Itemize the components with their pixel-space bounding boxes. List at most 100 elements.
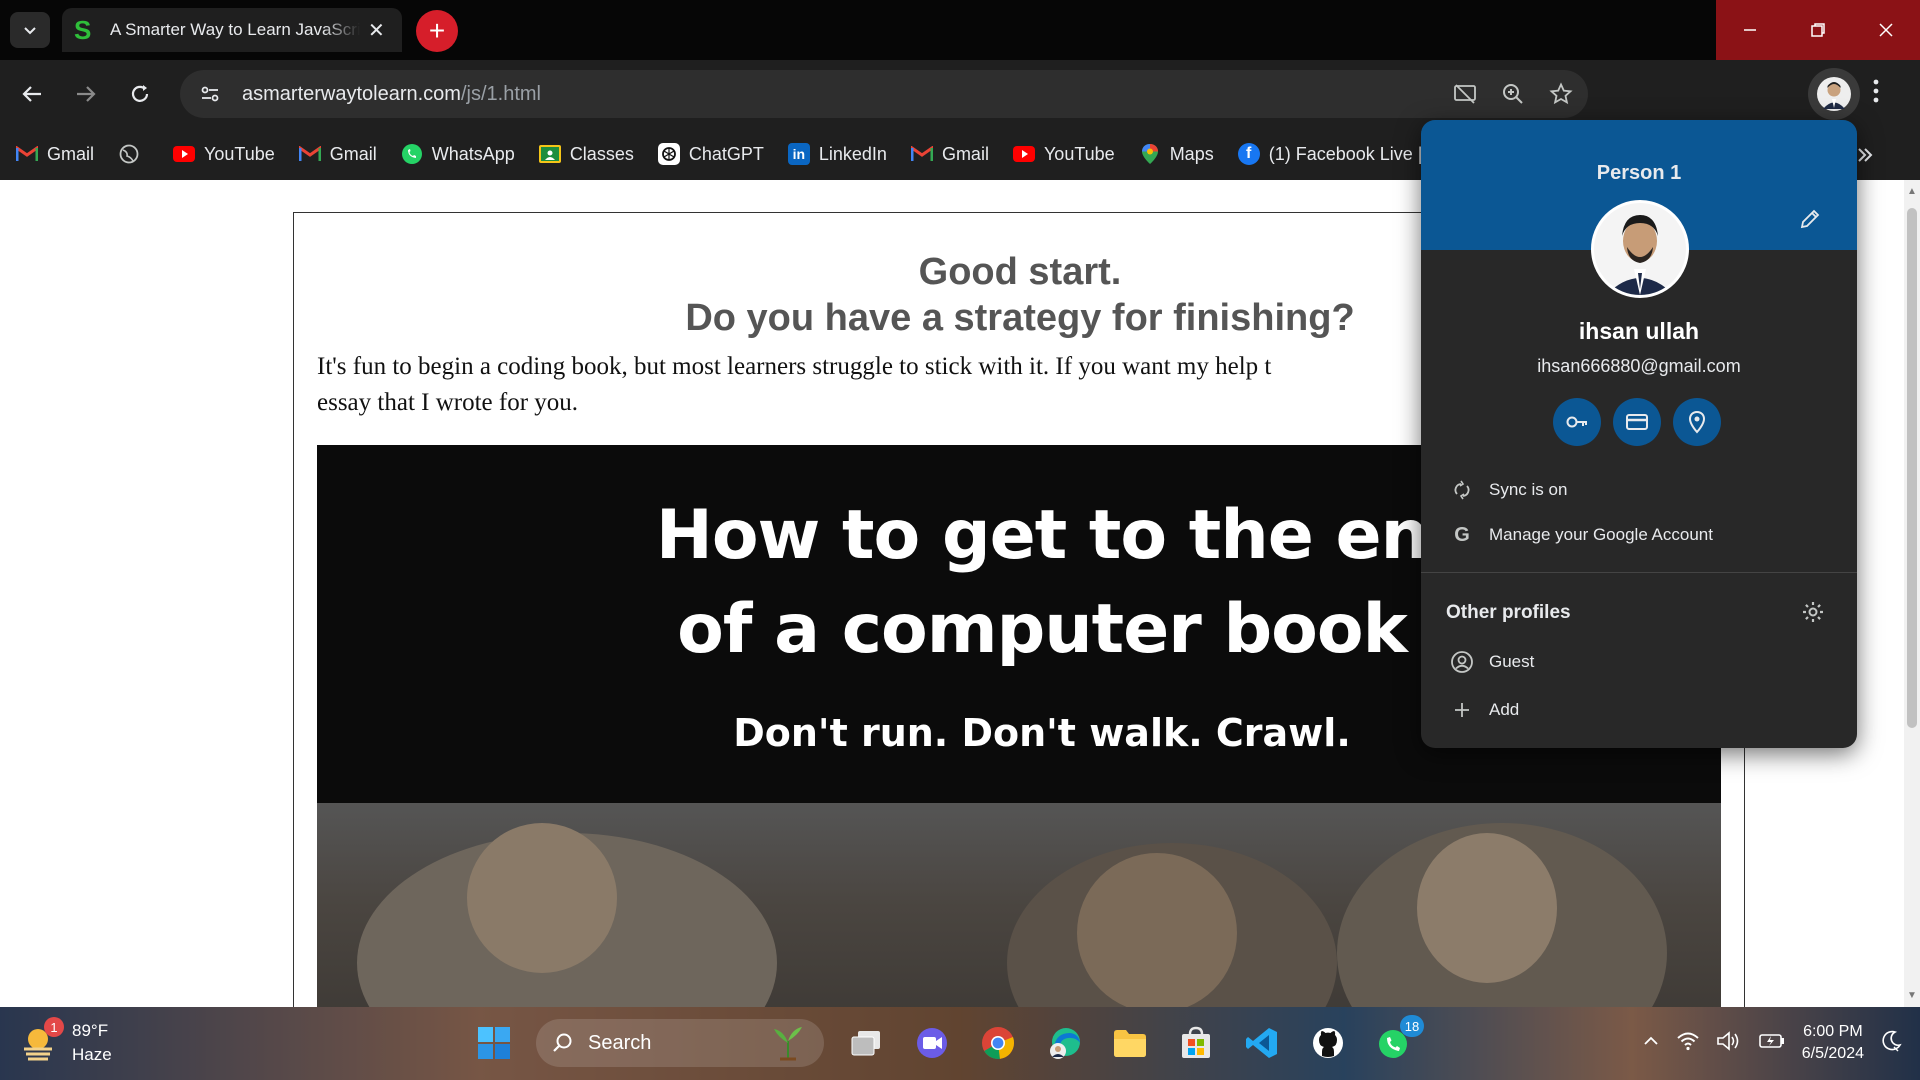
folder-icon: [1114, 1030, 1146, 1057]
address-bar[interactable]: asmarterwaytolearn.com/js/1.html: [180, 70, 1588, 118]
whatsapp-icon: [401, 143, 423, 165]
weather-temperature: 89°F: [72, 1021, 109, 1040]
guest-avatar-icon: [1447, 650, 1477, 674]
popup-divider: [1421, 572, 1857, 573]
new-tab-button[interactable]: +: [416, 10, 458, 52]
screen-off-icon: [1454, 84, 1476, 104]
reload-button[interactable]: [122, 76, 158, 112]
weather-haze-icon: 1: [18, 1017, 64, 1063]
chevron-up-icon: [1644, 1036, 1658, 1045]
minimize-button[interactable]: [1716, 0, 1784, 60]
addresses-button[interactable]: [1673, 398, 1721, 446]
sync-status-row[interactable]: Sync is on: [1421, 470, 1857, 510]
profile-button[interactable]: [1808, 68, 1860, 120]
manage-google-account-row[interactable]: G Manage your Google Account: [1421, 515, 1857, 555]
google-icon: G: [1454, 523, 1470, 546]
bookmark-globe[interactable]: [118, 143, 149, 165]
bookmark-gmail[interactable]: Gmail: [910, 143, 989, 165]
bookmark-label: Gmail: [329, 143, 377, 164]
scroll-down-icon[interactable]: ▼: [1907, 990, 1917, 1001]
edge-profile-taskbar-button[interactable]: [1040, 1019, 1088, 1067]
windows-taskbar: 1 89°F Haze Search 18 6:00 PM 6/5/2024: [0, 1007, 1920, 1080]
youtube-icon: [1012, 143, 1035, 165]
kebab-menu-icon: [1873, 79, 1879, 103]
github-desktop-button[interactable]: [1304, 1019, 1352, 1067]
youtube-icon: [173, 143, 196, 165]
manage-profiles-button[interactable]: [1801, 600, 1825, 629]
forward-button[interactable]: [68, 76, 104, 112]
do-not-disturb-moon-icon: [1882, 1030, 1902, 1051]
taskbar-search-box[interactable]: Search: [536, 1019, 824, 1067]
browser-menu-button[interactable]: [1872, 78, 1880, 111]
notifications-button[interactable]: [1880, 1030, 1902, 1057]
battery-status[interactable]: [1758, 1031, 1786, 1056]
speaker-icon: [1716, 1030, 1739, 1051]
volume-control[interactable]: [1716, 1030, 1742, 1057]
guest-label: Guest: [1489, 652, 1535, 671]
vscode-button[interactable]: [1238, 1019, 1286, 1067]
clock-time: 6:00 PM: [1803, 1023, 1863, 1040]
page-scrollbar[interactable]: ▲ ▼: [1904, 180, 1920, 1007]
profile-header-title: Person 1: [1596, 162, 1682, 184]
photo-head-center: [1077, 853, 1237, 1007]
url-text: asmarterwaytolearn.com/js/1.html: [242, 83, 541, 106]
scroll-up-icon[interactable]: ▲: [1907, 186, 1917, 197]
add-profile-row[interactable]: Add: [1421, 690, 1857, 730]
bookmark-maps[interactable]: Maps: [1139, 143, 1214, 165]
passwords-button[interactable]: [1553, 398, 1601, 446]
title-bar: S A Smarter Way to Learn JavaScript ✕ +: [0, 0, 1920, 60]
omnibox-actions: [1452, 70, 1574, 118]
url-path: /js/1.html: [460, 82, 541, 105]
microsoft-store-button[interactable]: [1172, 1019, 1220, 1067]
zoom-button[interactable]: [1500, 81, 1526, 107]
gmail-icon: [910, 143, 933, 165]
back-button[interactable]: [14, 76, 50, 112]
bookmark-label: Gmail: [941, 143, 989, 164]
chrome-taskbar-button[interactable]: [974, 1019, 1022, 1067]
photo-head-left: [467, 823, 617, 973]
payment-methods-button[interactable]: [1613, 398, 1661, 446]
bookmark-whatsapp[interactable]: WhatsApp: [401, 143, 515, 165]
edit-profile-button[interactable]: [1799, 208, 1821, 235]
bookmark-linkedin[interactable]: in LinkedIn: [787, 143, 887, 165]
facebook-icon: f: [1237, 143, 1260, 165]
bookmark-gmail[interactable]: Gmail: [16, 143, 94, 165]
bookmark-youtube[interactable]: YouTube: [1012, 143, 1115, 165]
gear-icon: [1803, 602, 1823, 622]
bookmark-classes[interactable]: Classes: [538, 143, 634, 165]
close-window-button[interactable]: [1852, 0, 1920, 60]
restore-button[interactable]: [1784, 0, 1852, 60]
scroll-thumb[interactable]: [1907, 208, 1917, 728]
mud-crawl-photo: [317, 803, 1721, 1007]
tab-search-button[interactable]: [10, 12, 50, 48]
minimize-icon: [1744, 29, 1756, 31]
store-icon: [1182, 1026, 1210, 1058]
site-info-button[interactable]: [188, 72, 232, 116]
weather-widget[interactable]: 1 89°F Haze: [18, 1017, 112, 1067]
whatsapp-taskbar-button[interactable]: 18: [1370, 1015, 1424, 1067]
browser-toolbar: asmarterwaytolearn.com/js/1.html: [0, 60, 1920, 128]
file-explorer-button[interactable]: [1106, 1019, 1154, 1067]
windows-logo-icon: [478, 1027, 510, 1059]
bookmark-chatgpt[interactable]: ChatGPT: [657, 143, 764, 165]
bookmark-facebook[interactable]: f (1) Facebook Live |: [1237, 143, 1422, 165]
wifi-status[interactable]: [1676, 1031, 1700, 1056]
guest-profile-row[interactable]: Guest: [1421, 642, 1857, 682]
url-domain: asmarterwaytolearn.com: [242, 82, 461, 105]
profile-menu-popup: Person 1 ihsan ullah ihsan666880@gmail.c…: [1421, 120, 1857, 748]
show-hidden-icons-button[interactable]: [1642, 1032, 1660, 1055]
tab-close-icon[interactable]: ✕: [368, 18, 385, 43]
tab-active[interactable]: S A Smarter Way to Learn JavaScript ✕: [62, 8, 402, 52]
bookmarks-overflow-button[interactable]: [1856, 140, 1874, 171]
bookmark-gmail[interactable]: Gmail: [298, 143, 377, 165]
task-view-icon: [851, 1031, 880, 1056]
task-view-button[interactable]: [842, 1019, 890, 1067]
chevron-down-icon: [24, 27, 36, 35]
bookmark-star-button[interactable]: [1548, 81, 1574, 107]
teams-meet-button[interactable]: [908, 1019, 956, 1067]
cast-off-button[interactable]: [1452, 81, 1478, 107]
star-icon: [1549, 82, 1573, 105]
start-button[interactable]: [470, 1019, 518, 1067]
taskbar-clock[interactable]: 6:00 PM 6/5/2024: [1802, 1021, 1864, 1065]
bookmark-youtube[interactable]: YouTube: [173, 143, 275, 165]
